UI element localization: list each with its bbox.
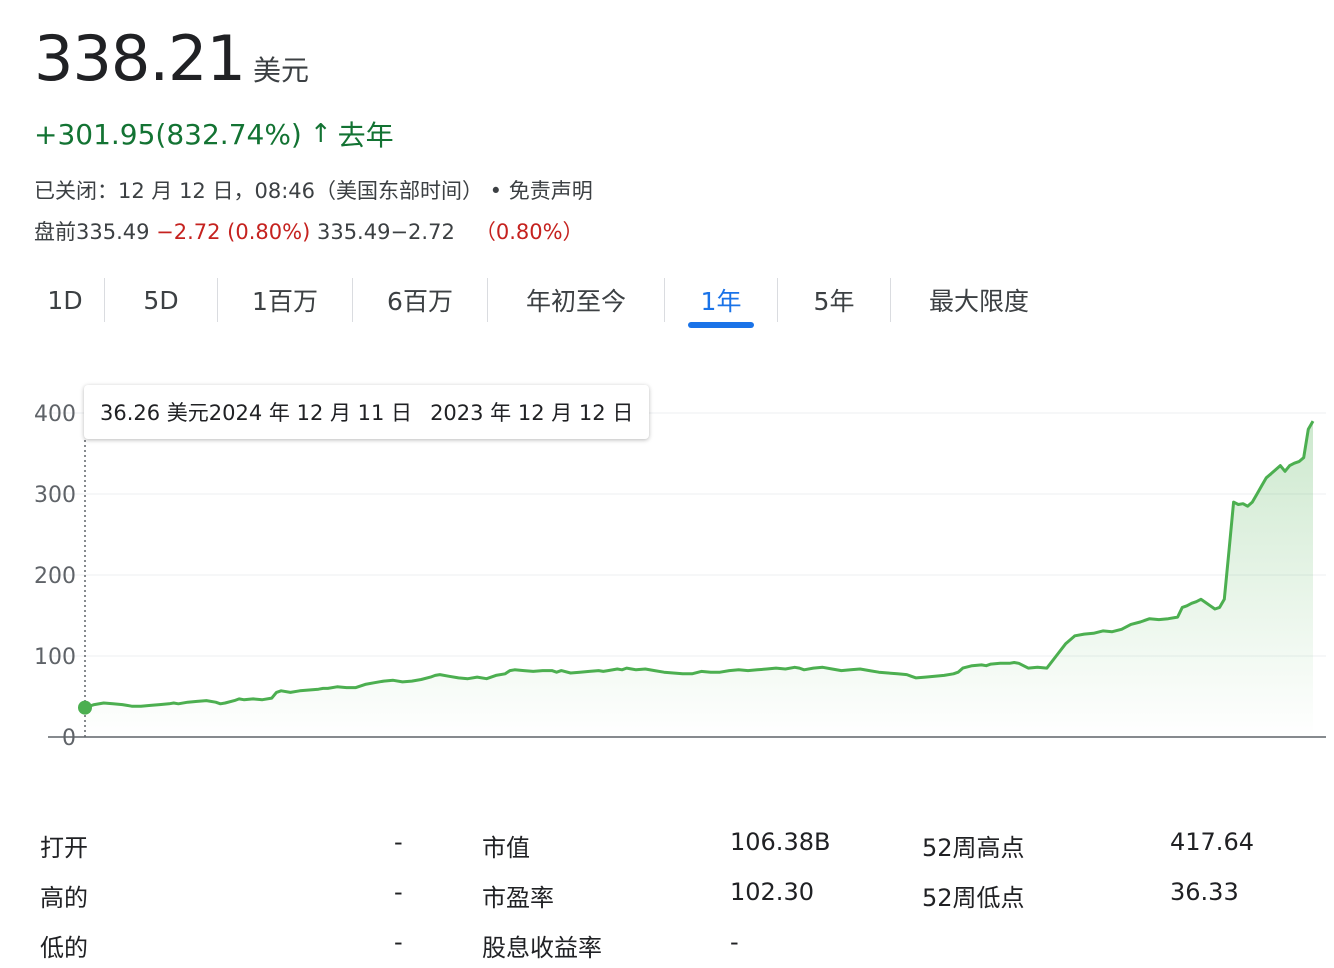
stat-value: - [394, 928, 403, 956]
table-row: 低的 - 股息收益率 - [40, 918, 1330, 968]
stat-value: 106.38B [730, 828, 831, 856]
change-value: +301.95(832.74%) [34, 117, 302, 151]
tab-label: 5年 [813, 287, 855, 316]
table-row: 高的 - 市盈率 102.30 52周低点 36.33 [40, 868, 1330, 918]
change-period: 去年 [337, 119, 394, 152]
chart-tooltip: 36.26 美元2024 年 12 月 11 日 2023 年 12 月 12 … [84, 385, 650, 439]
table-row: 打开 - 市值 106.38B 52周高点 417.64 [40, 818, 1330, 868]
tab-label: 5D [143, 285, 179, 315]
tab-label: 1百万 [252, 287, 318, 316]
y-axis-tick-label: 100 [34, 645, 76, 670]
stats-table: 打开 - 市值 106.38B 52周高点 417.64 高的 - 市盈率 10… [40, 818, 1330, 968]
stat-value: - [730, 928, 739, 956]
active-tab-indicator [688, 322, 754, 328]
y-axis-tick-label: 200 [34, 564, 76, 589]
stat-label: 52周高点 [922, 834, 1025, 862]
current-price: 338.21 [34, 22, 246, 95]
stat-label: 市盈率 [482, 884, 554, 912]
tab-1m[interactable]: 1百万 [218, 270, 352, 330]
stat-label: 市值 [482, 834, 530, 862]
arrow-up-icon: ↑ [309, 119, 332, 149]
tooltip-date: 2023 年 12 月 12 日 [430, 401, 634, 425]
stat-label: 低的 [40, 934, 88, 962]
stat-value: 102.30 [730, 878, 814, 906]
tab-label: 最大限度 [928, 287, 1029, 316]
stat-label: 高的 [40, 884, 88, 912]
tab-label: 年初至今 [525, 287, 626, 316]
tab-1d[interactable]: 1D [26, 270, 104, 330]
tab-label: 1年 [700, 287, 742, 316]
premarket-change: −2.72 (0.80%) [156, 220, 311, 244]
premarket-extra-pct: （0.80%） [474, 220, 584, 244]
stat-label: 打开 [40, 834, 88, 862]
price-currency: 美元 [252, 54, 309, 87]
premarket-info: 盘前335.49 −2.72 (0.80%) 335.49−2.72 （0.80… [34, 216, 584, 246]
stat-label: 股息收益率 [482, 934, 602, 962]
y-axis-tick-label: 0 [62, 726, 76, 751]
tab-max[interactable]: 最大限度 [891, 270, 1067, 330]
tab-ytd[interactable]: 年初至今 [488, 270, 664, 330]
market-closed-info: 已关闭：12 月 12 日，08:46（美国东部时间） • 免责声明 [34, 179, 593, 203]
premarket-label: 盘前335.49 [34, 220, 157, 244]
tab-6m[interactable]: 6百万 [353, 270, 487, 330]
tab-label: 6百万 [387, 287, 453, 316]
price-change: +301.95(832.74%) ↑ 去年 [34, 114, 394, 154]
price-area [85, 421, 1313, 737]
range-tabs: 1D 5D 1百万 6百万 年初至今 1年 5年 最大限度 [26, 270, 1067, 330]
hover-point [78, 700, 92, 715]
stat-value: 36.33 [1170, 878, 1239, 906]
stat-value: - [394, 878, 403, 906]
quote-header: 338.21 美元 [34, 22, 309, 95]
stat-value: - [394, 828, 403, 856]
tab-5y[interactable]: 5年 [778, 270, 890, 330]
tab-label: 1D [47, 285, 83, 315]
y-axis-tick-label: 300 [34, 483, 76, 508]
stat-label: 52周低点 [922, 884, 1025, 912]
tab-1y[interactable]: 1年 [665, 270, 777, 330]
y-axis-tick-label: 400 [34, 402, 76, 427]
premarket-extra: 335.49−2.72 [310, 220, 475, 244]
stat-value: 417.64 [1170, 828, 1254, 856]
tooltip-value: 36.26 美元2024 年 12 月 11 日 [100, 401, 413, 425]
tab-5d[interactable]: 5D [105, 270, 217, 330]
